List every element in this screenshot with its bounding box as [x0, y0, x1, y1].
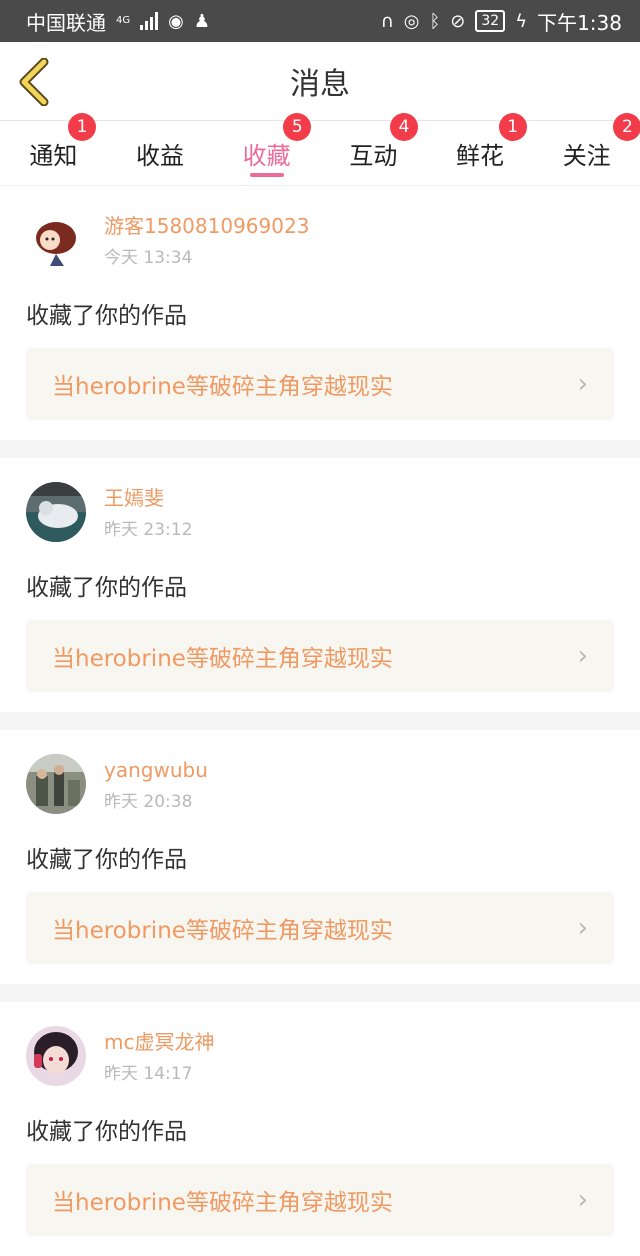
eye-icon: ◎: [403, 10, 420, 32]
clock: 下午1:38: [537, 10, 622, 35]
tab-label: 收益: [136, 141, 184, 170]
avatar[interactable]: [26, 1026, 86, 1086]
tab-label: 关注: [562, 141, 611, 170]
battery-icon: 32: [475, 10, 506, 32]
charging-icon: ϟ: [515, 10, 528, 32]
work-link[interactable]: 当herobrine等破碎主角穿越现实 ›: [26, 1164, 614, 1236]
chevron-right-icon: ›: [577, 369, 588, 399]
work-title: 当herobrine等破碎主角穿越现实: [52, 1190, 393, 1216]
username[interactable]: yangwubu: [104, 757, 208, 783]
unread-badge: 5: [283, 113, 312, 141]
tab-label: 收藏: [242, 141, 291, 170]
username[interactable]: mc虚冥龙神: [104, 1029, 214, 1055]
work-link[interactable]: 当herobrine等破碎主角穿越现实 ›: [26, 620, 614, 692]
avatar[interactable]: [26, 754, 86, 814]
bluetooth-icon: ᛒ: [429, 10, 441, 32]
qq-icon: ♟: [193, 10, 210, 32]
header: 消息: [0, 42, 640, 120]
timestamp: 昨天 14:17: [104, 1063, 193, 1084]
network-type: 4G: [116, 15, 131, 26]
tab-income[interactable]: 收益: [107, 121, 214, 185]
unread-badge: 4: [390, 113, 419, 141]
divider: [0, 440, 640, 458]
timestamp: 昨天 23:12: [104, 519, 193, 540]
avatar[interactable]: [26, 210, 86, 270]
action-text: 收藏了你的作品: [26, 847, 187, 873]
avatar[interactable]: [26, 482, 86, 542]
globe-icon: ◉: [168, 10, 184, 32]
timestamp: 今天 13:34: [104, 247, 193, 268]
action-text: 收藏了你的作品: [26, 303, 187, 329]
back-icon[interactable]: [16, 58, 52, 106]
username[interactable]: 游客1580810969023: [104, 213, 309, 239]
unread-badge: 1: [498, 113, 527, 141]
carrier-label: 中国联通: [26, 10, 106, 35]
work-title: 当herobrine等破碎主角穿越现实: [52, 374, 393, 400]
timestamp: 昨天 20:38: [104, 791, 193, 812]
work-title: 当herobrine等破碎主角穿越现实: [52, 918, 393, 944]
tab-label: 鲜花: [456, 141, 505, 170]
tab-notice[interactable]: 通知 1: [0, 113, 107, 185]
tab-follow[interactable]: 关注 2: [533, 113, 640, 185]
mute-icon: ⊘: [450, 10, 466, 32]
message-item: mc虚冥龙神 昨天 14:17 收藏了你的作品 当herobrine等破碎主角穿…: [0, 1002, 640, 1256]
tab-bar: 通知 1 收益 收藏 5 互动 4 鲜花 1 关注 2: [0, 113, 640, 186]
message-item: 游客1580810969023 今天 13:34 收藏了你的作品 当herobr…: [0, 186, 640, 440]
work-link[interactable]: 当herobrine等破碎主角穿越现实 ›: [26, 892, 614, 964]
work-title: 当herobrine等破碎主角穿越现实: [52, 646, 393, 672]
tab-label: 通知: [29, 141, 78, 170]
signal-icon: [140, 12, 159, 30]
page-title: 消息: [290, 67, 350, 102]
message-item: yangwubu 昨天 20:38 收藏了你的作品 当herobrine等破碎主…: [0, 730, 640, 984]
active-tab-indicator: [249, 173, 284, 177]
chevron-right-icon: ›: [577, 1185, 588, 1215]
divider: [0, 984, 640, 1002]
chevron-right-icon: ›: [577, 641, 588, 671]
tab-flowers[interactable]: 鲜花 1: [427, 113, 534, 185]
message-item: 王嫣斐 昨天 23:12 收藏了你的作品 当herobrine等破碎主角穿越现实…: [0, 458, 640, 712]
tab-favorites[interactable]: 收藏 5: [213, 113, 320, 185]
headphones-icon: ∩: [380, 10, 394, 32]
unread-badge: 1: [68, 113, 96, 141]
tab-interaction[interactable]: 互动 4: [320, 113, 427, 185]
action-text: 收藏了你的作品: [26, 575, 187, 601]
unread-badge: 2: [613, 113, 640, 141]
tab-label: 互动: [349, 141, 398, 170]
username[interactable]: 王嫣斐: [104, 485, 192, 511]
action-text: 收藏了你的作品: [26, 1119, 187, 1145]
work-link[interactable]: 当herobrine等破碎主角穿越现实 ›: [26, 348, 614, 420]
divider: [0, 712, 640, 730]
status-bar: 中国联通 4G ◉ ♟ ∩ ◎ ᛒ ⊘ 32 ϟ 下午1:38: [0, 0, 640, 42]
chevron-right-icon: ›: [577, 913, 588, 943]
